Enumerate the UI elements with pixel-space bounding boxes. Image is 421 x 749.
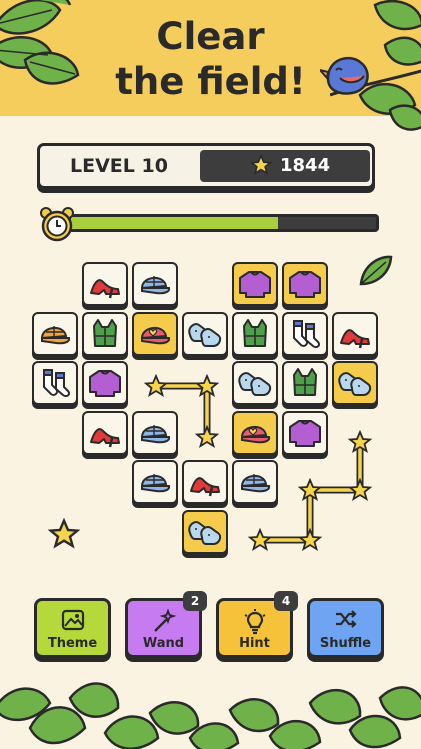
vest-icon [293,368,317,396]
mittens-icon [188,520,222,545]
shoe-icon [340,328,370,348]
shoe-icon [90,279,120,299]
mittens-icon [238,372,272,396]
vest-tile[interactable] [82,311,128,356]
mittens-icon [188,322,222,347]
socks-tile[interactable] [282,311,328,356]
cap-tile[interactable] [232,460,278,504]
shuffle-label: Shuffle [319,636,372,651]
shoe-tile[interactable] [82,410,128,455]
sweater-icon [289,271,321,298]
cap-icon [140,424,171,443]
socks-tile[interactable] [32,361,78,405]
theme-button[interactable]: Theme [34,598,111,658]
magic-wand-icon [153,609,177,632]
cap-icon [140,326,171,344]
mittens-tile[interactable] [232,361,278,405]
shoe-tile[interactable] [182,460,228,504]
vest-icon [93,318,117,347]
path-star-icon [348,430,372,453]
image-icon [61,609,84,631]
socks-icon [293,319,321,348]
sweater-tile[interactable] [82,361,128,405]
cap-icon [140,474,171,493]
cap-tile[interactable] [132,262,178,306]
theme-label: Theme [47,636,98,651]
sweater-tile[interactable] [282,262,328,306]
shoe-icon [190,477,220,497]
shoe-icon [90,427,120,447]
cap-icon [140,276,171,295]
sparkle-star-icon [48,518,80,549]
cap-tile[interactable] [232,410,278,455]
sweater-tile[interactable] [282,410,328,455]
hint-count-badge: 4 [274,591,298,611]
vest-tile[interactable] [282,361,328,405]
shoe-tile[interactable] [332,311,378,356]
hint-button[interactable]: Hint 4 [216,591,298,658]
vest-tile[interactable] [232,311,278,356]
cap-icon [40,325,71,344]
sweater-tile[interactable] [232,262,278,306]
cap-icon [240,425,271,443]
socks-icon [43,369,71,398]
path-star-icon [195,425,219,448]
shoe-tile[interactable] [82,262,128,306]
path-star-icon [298,478,322,501]
sweater-icon [239,271,271,298]
vest-icon [243,318,267,347]
sweater-icon [289,419,321,447]
shuffle-button[interactable]: Shuffle [307,598,384,658]
cap-tile[interactable] [32,311,78,356]
lightbulb-icon [244,609,265,635]
shuffle-icon [335,610,357,628]
cap-tile[interactable] [132,410,178,455]
mittens-tile[interactable] [182,311,228,356]
cap-icon [240,474,271,493]
wand-count-badge: 2 [183,591,207,611]
mittens-icon [338,372,372,396]
path-star-icon [195,374,219,397]
path-star-icon [298,528,322,551]
cap-tile[interactable] [132,460,178,504]
leaves-bottom [0,682,421,749]
wand-label: Wand [142,636,185,651]
cap-tile[interactable] [132,311,178,356]
path-star-icon [144,374,168,397]
sweater-icon [89,370,121,397]
mittens-tile[interactable] [182,509,228,554]
mittens-tile[interactable] [332,361,378,405]
path-star-icon [348,478,372,501]
hint-label: Hint [239,636,270,651]
wand-button[interactable]: Wand 2 [125,591,207,658]
path-star-icon [248,528,272,551]
